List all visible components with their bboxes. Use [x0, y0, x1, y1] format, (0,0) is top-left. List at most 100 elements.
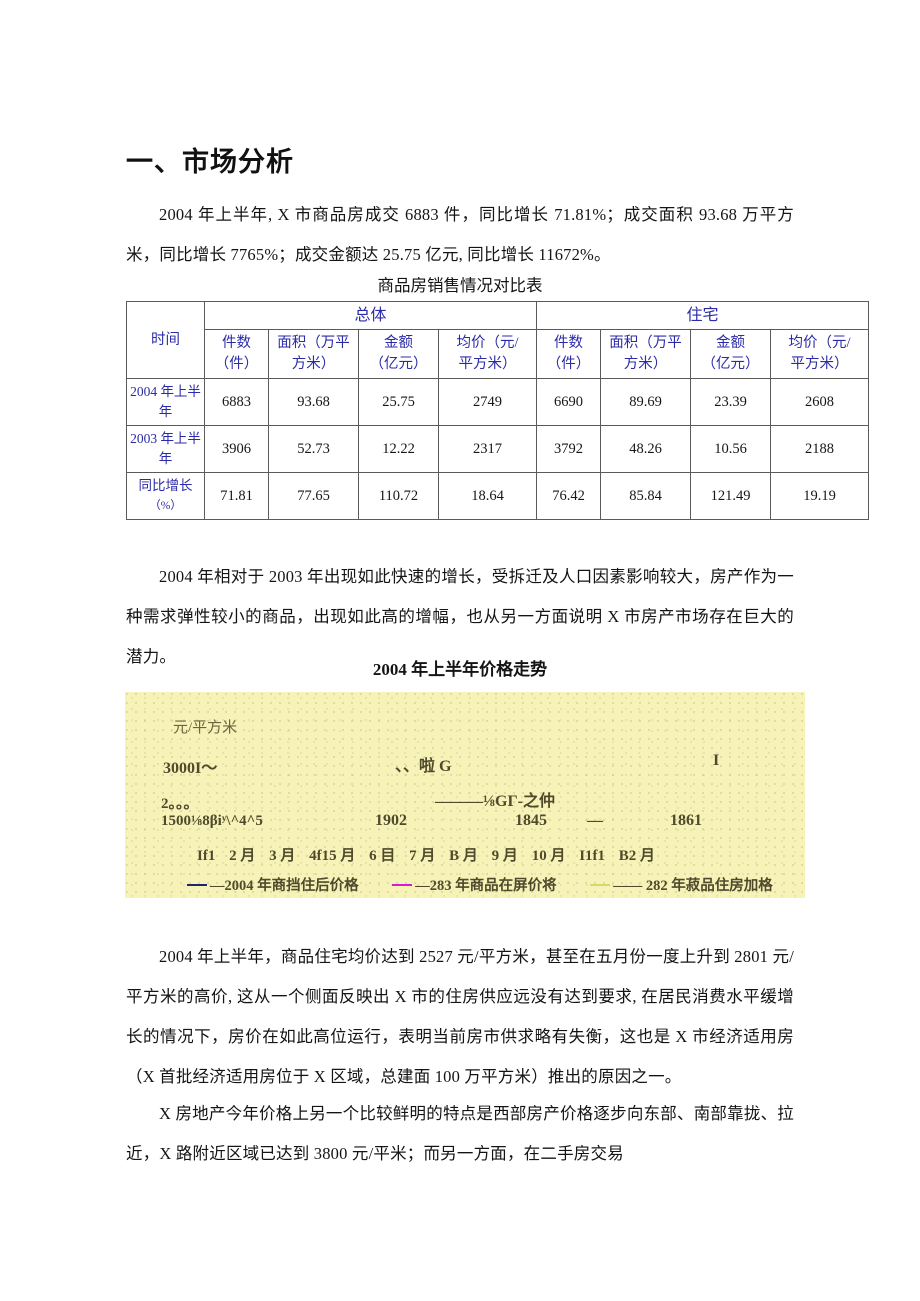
- x-tick: B 月: [449, 848, 478, 864]
- table-header-sub-row: 件数 （件） 面积（万平 方米） 金额 （亿元） 均价（元/ 平方米） 件数 （…: [127, 329, 870, 379]
- chart-artifact-line1: 2。。。: [161, 796, 199, 812]
- x-tick: 9 月: [491, 848, 518, 864]
- chart-legend: —2004 年商挡住后价格 —283 年商品在屏价将 —— 282 年菽品住房加…: [187, 874, 803, 895]
- subheader-line2: 方米）: [291, 356, 336, 372]
- legend-label: —283 年商品在屏价将: [415, 878, 557, 894]
- x-tick: B2 月: [618, 848, 656, 864]
- cell: 3792: [536, 425, 602, 473]
- paragraph-intro: 2004 年上半年, X 市商品房成交 6883 件，同比增长 71.81%；成…: [126, 204, 794, 264]
- table-header-group-total: 总体: [203, 301, 538, 330]
- table-header-time: 时间: [126, 301, 205, 379]
- cell: 48.26: [600, 425, 692, 473]
- price-trend-chart: 元/平方米 3000I〜 、、啦 G I 2。。。 1500⅛8βiʸ\^4^5…: [125, 692, 805, 898]
- subheader-line2: 方米）: [623, 356, 668, 372]
- chart-artifact-row: 2。。。 1500⅛8βiʸ\^4^5: [161, 792, 263, 830]
- chart-annotation-mid: 、、啦 G: [395, 758, 452, 775]
- subheader-line2: （件）: [546, 356, 591, 372]
- cell: 93.68: [268, 378, 359, 426]
- table-header-group-row: 时间 总体 住宅: [126, 301, 870, 379]
- subheader-line2: （件）: [214, 356, 259, 372]
- row-label-line2: 年: [158, 451, 173, 466]
- cell: 2749: [437, 378, 538, 426]
- x-tick: I1f1: [579, 848, 606, 864]
- table-header-group-residential: 住宅: [536, 301, 870, 330]
- chart-title: 2004 年上半年价格走势: [372, 660, 548, 679]
- paragraph-last: X 房地产今年价格上另一个比较鲜明的特点是西部房产价格逐步向东部、南部靠拢、拉近…: [126, 1103, 794, 1163]
- row-label-line1: 2003 年上半: [130, 431, 201, 446]
- line-swatch-icon: [590, 883, 611, 886]
- cell: 25.75: [358, 378, 439, 426]
- subheader-line2: （亿元）: [701, 356, 760, 372]
- chart-data-label-1902: 1902: [375, 812, 407, 829]
- cell: 10.56: [690, 425, 772, 473]
- chart-data-label-1845: 1845: [515, 812, 547, 829]
- row-label-2004: 2004 年上半 年: [126, 378, 205, 426]
- subheader-line1: 金额: [384, 335, 413, 351]
- table-subheader-res-amount: 金额 （亿元）: [690, 329, 772, 379]
- x-tick: 7 月: [409, 848, 436, 864]
- legend-item-series3: —— 282 年菽品住房加格: [590, 874, 773, 895]
- subheader-line1: 均价（元/: [456, 335, 519, 351]
- x-tick: 4f15 月: [309, 848, 356, 864]
- table-subheader-total-amount: 金额 （亿元）: [358, 329, 439, 379]
- table-subheader-res-area: 面积（万平 方米）: [600, 329, 692, 379]
- cell: 2317: [437, 425, 538, 473]
- x-tick: 3 月: [269, 848, 296, 864]
- cell: 3906: [204, 425, 269, 473]
- cell: 18.64: [437, 472, 538, 520]
- cell: 6690: [536, 378, 602, 426]
- cell: 23.39: [690, 378, 772, 426]
- table-subheader-total-area: 面积（万平 方米）: [268, 329, 359, 379]
- cell: 89.69: [600, 378, 692, 426]
- cell: 110.72: [358, 472, 439, 520]
- legend-item-series2: —283 年商品在屏价将: [392, 874, 557, 895]
- row-label-line1: 2004 年上半: [130, 384, 201, 399]
- document-page: 一、市场分析 2004 年上半年, X 市商品房成交 6883 件，同比增长 7…: [0, 0, 920, 1301]
- sales-comparison-table: 时间 总体 住宅 件数 （件） 面积（万平 方米） 金额 （亿元） 均价（元/ …: [126, 301, 870, 520]
- x-tick: 10 月: [531, 848, 566, 864]
- subheader-line1: 金额: [716, 335, 746, 351]
- page-title: 一、市场分析: [126, 147, 294, 178]
- table-subheader-total-count: 件数 （件）: [204, 329, 269, 379]
- row-label-line2: （%）: [149, 500, 182, 512]
- table-row: 同比增长 （%） 71.81 77.65 110.72 18.64 76.42 …: [126, 472, 870, 520]
- line-swatch-icon: [187, 883, 207, 886]
- table-subheader-res-price: 均价（元/ 平方米）: [770, 329, 870, 379]
- row-label-line1: 同比增长: [138, 478, 193, 493]
- chart-dash-segment: —: [587, 812, 603, 829]
- cell: 2608: [770, 378, 870, 426]
- legend-label: —2004 年商挡住后价格: [210, 878, 359, 894]
- cell: 77.65: [268, 472, 359, 520]
- x-tick: 2 月: [229, 848, 256, 864]
- subheader-line1: 面积（万平: [277, 335, 350, 351]
- x-tick: 6 目: [369, 848, 396, 864]
- subheader-line2: 平方米）: [790, 356, 849, 372]
- subheader-line2: （亿元）: [369, 356, 428, 372]
- chart-annotation-fragment: ———⅛GΓ-之仲: [435, 793, 555, 810]
- cell: 76.42: [536, 472, 602, 520]
- chart-y-tick-3000: 3000I〜: [163, 760, 218, 777]
- table-caption: 商品房销售情况对比表: [377, 276, 543, 295]
- line-swatch-icon: [392, 883, 413, 886]
- cell: 12.22: [358, 425, 439, 473]
- x-tick: If1: [197, 848, 216, 864]
- table-row: 2004 年上半 年 6883 93.68 25.75 2749 6690 89…: [126, 378, 870, 426]
- legend-label: —— 282 年菽品住房加格: [613, 878, 773, 894]
- paragraph-after-chart: 2004 年上半年，商品住宅均价达到 2527 元/平方米，甚至在五月份一度上升…: [126, 946, 794, 1086]
- cell: 2188: [770, 425, 870, 473]
- row-label-2003: 2003 年上半 年: [126, 425, 205, 473]
- row-label-growth: 同比增长 （%）: [126, 472, 205, 520]
- cell: 85.84: [600, 472, 692, 520]
- cell: 52.73: [268, 425, 359, 473]
- subheader-line1: 件数: [554, 335, 584, 351]
- cell: 71.81: [204, 472, 269, 520]
- table-row: 2003 年上半 年 3906 52.73 12.22 2317 3792 48…: [126, 425, 870, 473]
- cell: 121.49: [690, 472, 772, 520]
- table-subheader-res-count: 件数 （件）: [536, 329, 602, 379]
- subheader-line1: 均价（元/: [788, 335, 851, 351]
- cell: 6883: [204, 378, 269, 426]
- chart-artifact-line2: 1500⅛8βiʸ\^4^5: [161, 813, 263, 829]
- legend-item-series1: —2004 年商挡住后价格: [187, 874, 359, 895]
- chart-data-label-1861: 1861: [670, 812, 702, 829]
- chart-x-axis-labels: If1 2 月 3 月 4f15 月 6 目 7 月 B 月 9 月 10 月 …: [197, 844, 665, 865]
